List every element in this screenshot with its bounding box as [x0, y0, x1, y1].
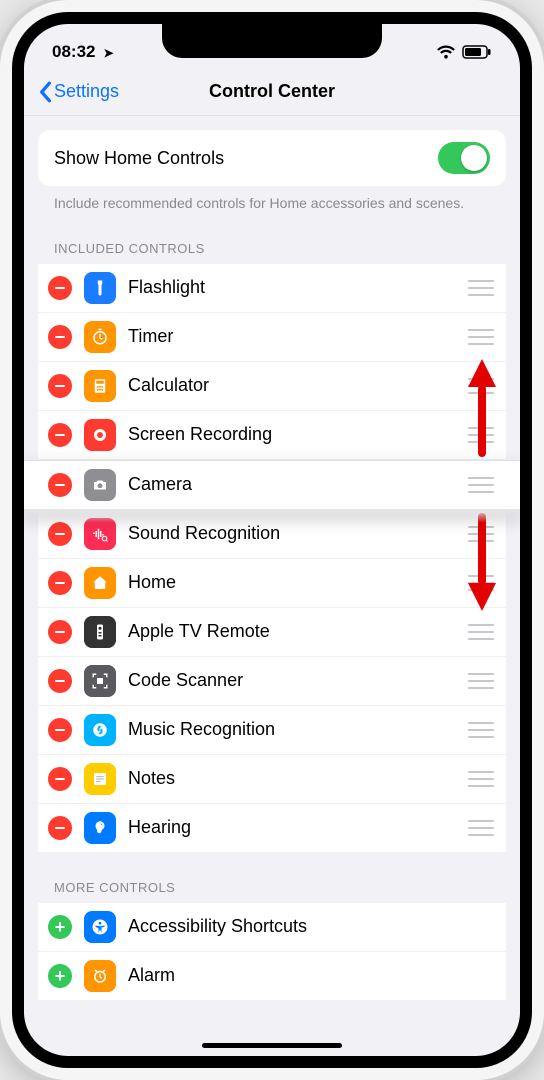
- reorder-handle[interactable]: [468, 722, 494, 738]
- flashlight-icon: [84, 272, 116, 304]
- list-item-label: Code Scanner: [128, 670, 456, 691]
- list-item[interactable]: Accessibility Shortcuts: [38, 903, 506, 952]
- list-item[interactable]: Code Scanner: [38, 657, 506, 706]
- record-icon: [84, 419, 116, 451]
- more-header: MORE CONTROLS: [38, 852, 506, 903]
- accessibility-icon: [84, 911, 116, 943]
- notes-icon: [84, 763, 116, 795]
- reorder-handle[interactable]: [468, 477, 494, 493]
- ear-icon: [84, 812, 116, 844]
- reorder-handle[interactable]: [468, 820, 494, 836]
- list-item-label: Flashlight: [128, 277, 456, 298]
- remove-button[interactable]: [48, 522, 72, 546]
- remove-button[interactable]: [48, 473, 72, 497]
- reorder-handle[interactable]: [468, 575, 494, 591]
- reorder-handle[interactable]: [468, 624, 494, 640]
- timer-icon: [84, 321, 116, 353]
- reorder-handle[interactable]: [468, 673, 494, 689]
- list-item-label: Home: [128, 572, 456, 593]
- show-home-controls-label: Show Home Controls: [54, 148, 224, 169]
- camera-icon: [84, 469, 116, 501]
- remove-button[interactable]: [48, 718, 72, 742]
- list-item[interactable]: Flashlight: [38, 264, 506, 313]
- nav-bar: Settings Control Center: [24, 68, 520, 116]
- back-button[interactable]: Settings: [38, 68, 119, 115]
- more-list: Accessibility Shortcuts Alarm: [38, 903, 506, 1000]
- qr-icon: [84, 665, 116, 697]
- reorder-handle[interactable]: [468, 771, 494, 787]
- list-item[interactable]: Notes: [38, 755, 506, 804]
- reorder-handle[interactable]: [468, 329, 494, 345]
- shazam-icon: [84, 714, 116, 746]
- clock-text: 08:32: [52, 42, 95, 61]
- remove-button[interactable]: [48, 669, 72, 693]
- list-item-label: Music Recognition: [128, 719, 456, 740]
- device-frame: 08:32 ➤ Settings Control Center: [0, 0, 544, 1080]
- list-item[interactable]: Calculator: [38, 362, 506, 411]
- list-item-label: Sound Recognition: [128, 523, 456, 544]
- remove-button[interactable]: [48, 276, 72, 300]
- list-item-label: Screen Recording: [128, 424, 456, 445]
- home-controls-footer: Include recommended controls for Home ac…: [38, 186, 506, 213]
- reorder-handle[interactable]: [468, 378, 494, 394]
- list-item[interactable]: Alarm: [38, 952, 506, 1000]
- remove-button[interactable]: [48, 767, 72, 791]
- remove-button[interactable]: [48, 620, 72, 644]
- location-icon: ➤: [100, 46, 113, 60]
- alarm-icon: [84, 960, 116, 992]
- notch: [162, 24, 382, 58]
- list-item-label: Camera: [128, 474, 456, 495]
- list-item-label: Alarm: [128, 965, 494, 986]
- reorder-handle[interactable]: [468, 427, 494, 443]
- remove-button[interactable]: [48, 374, 72, 398]
- battery-icon: [462, 45, 492, 59]
- list-item[interactable]: Camera: [24, 460, 520, 510]
- list-item[interactable]: Home: [38, 559, 506, 608]
- page-title: Control Center: [209, 81, 335, 102]
- wifi-icon: [436, 44, 456, 60]
- status-time: 08:32 ➤: [52, 42, 114, 62]
- list-item-label: Hearing: [128, 817, 456, 838]
- calculator-icon: [84, 370, 116, 402]
- back-label: Settings: [54, 81, 119, 102]
- list-item[interactable]: Screen Recording: [38, 411, 506, 460]
- remove-button[interactable]: [48, 571, 72, 595]
- reorder-handle[interactable]: [468, 280, 494, 296]
- dragging-row-wrap: Camera: [38, 460, 506, 510]
- remove-button[interactable]: [48, 816, 72, 840]
- list-item-label: Timer: [128, 326, 456, 347]
- remote-icon: [84, 616, 116, 648]
- remove-button[interactable]: [48, 423, 72, 447]
- toggle-switch[interactable]: [438, 142, 490, 174]
- home-controls-card: Show Home Controls: [38, 130, 506, 186]
- add-button[interactable]: [48, 964, 72, 988]
- chevron-left-icon: [38, 81, 52, 103]
- show-home-controls-row[interactable]: Show Home Controls: [38, 130, 506, 186]
- list-item-label: Accessibility Shortcuts: [128, 916, 494, 937]
- add-button[interactable]: [48, 915, 72, 939]
- remove-button[interactable]: [48, 325, 72, 349]
- list-item[interactable]: Music Recognition: [38, 706, 506, 755]
- list-item[interactable]: Timer: [38, 313, 506, 362]
- list-item[interactable]: Apple TV Remote: [38, 608, 506, 657]
- list-item[interactable]: Hearing: [38, 804, 506, 852]
- content: Show Home Controls Include recommended c…: [24, 116, 520, 1056]
- home-indicator[interactable]: [202, 1043, 342, 1048]
- list-item-label: Apple TV Remote: [128, 621, 456, 642]
- included-header: INCLUDED CONTROLS: [38, 213, 506, 264]
- screen: 08:32 ➤ Settings Control Center: [24, 24, 520, 1056]
- list-item-label: Calculator: [128, 375, 456, 396]
- reorder-handle[interactable]: [468, 526, 494, 542]
- included-list: Flashlight Timer Calculator Screen Recordin…: [38, 264, 506, 852]
- home-icon: [84, 567, 116, 599]
- list-item-label: Notes: [128, 768, 456, 789]
